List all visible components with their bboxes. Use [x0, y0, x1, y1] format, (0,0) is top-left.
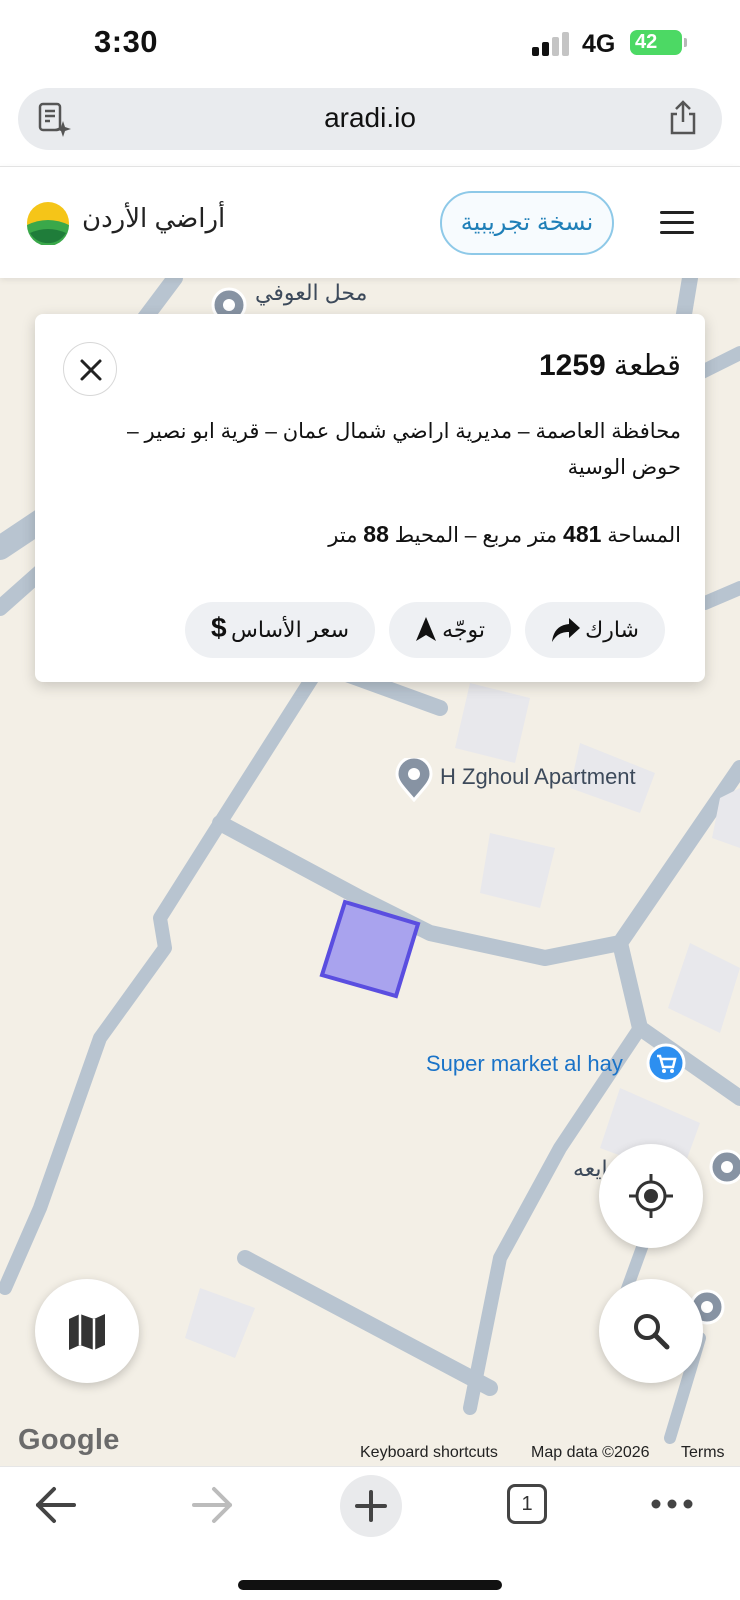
crosshair-icon: [629, 1174, 673, 1218]
parcel-title: قطعة 1259: [539, 348, 681, 383]
dimension-separator: –: [464, 524, 477, 547]
parcel-dimensions: المساحة 481 متر مربع – المحيط 88 متر: [328, 521, 681, 548]
network-type: 4G: [582, 30, 616, 58]
my-location-button[interactable]: [599, 1144, 703, 1248]
new-tab-button[interactable]: [340, 1475, 402, 1537]
battery-level: 42: [635, 31, 658, 53]
clock: 3:30: [94, 24, 159, 59]
map-data-label[interactable]: Map data ©2026: [531, 1444, 650, 1462]
hamburger-icon[interactable]: [660, 211, 694, 235]
area-unit: متر مربع: [482, 524, 558, 547]
share-arrow-icon: [552, 618, 580, 642]
share-icon[interactable]: [666, 100, 700, 136]
shopping-cart-icon[interactable]: [645, 1042, 687, 1084]
home-indicator: [238, 1580, 502, 1590]
close-icon: [80, 359, 102, 381]
perimeter-label: المحيط: [394, 524, 459, 547]
search-button[interactable]: [599, 1279, 703, 1383]
navigation-arrow-icon: [416, 617, 436, 641]
navigate-button[interactable]: توجّه: [389, 602, 511, 658]
browser-toolbar: 1: [0, 1466, 740, 1600]
beta-badge[interactable]: نسخة تجريبية: [440, 191, 614, 255]
share-label: شارك: [585, 617, 639, 642]
parcel-title-label: قطعة: [613, 350, 681, 382]
poi-label-supermarket[interactable]: Super market al hay: [426, 1051, 623, 1077]
battery-cap: [684, 38, 687, 47]
base-price-label: سعر الأساس: [231, 617, 349, 642]
perimeter-value: 88: [363, 521, 389, 547]
signal-icon: [532, 32, 572, 56]
navigate-label: توجّه: [442, 617, 485, 642]
map-layers-button[interactable]: [35, 1279, 139, 1383]
search-icon: [634, 1314, 670, 1350]
poi-label-apartment[interactable]: H Zghoul Apartment: [440, 764, 636, 790]
parcel-location: محافظة العاصمة – مديرية اراضي شمال عمان …: [126, 420, 681, 479]
keyboard-shortcuts-link[interactable]: Keyboard shortcuts: [360, 1444, 498, 1462]
plus-icon: [355, 1490, 387, 1522]
share-button[interactable]: شارك: [525, 602, 665, 658]
battery-icon: 42: [630, 30, 682, 55]
map-icon: [69, 1314, 105, 1350]
terms-link[interactable]: Terms: [681, 1444, 725, 1462]
url-text[interactable]: aradi.io: [18, 102, 722, 134]
parcel-actions: شارك توجّه سعر الأساس $: [35, 602, 705, 658]
address-bar[interactable]: aradi.io: [18, 88, 722, 150]
forward-icon[interactable]: [190, 1485, 234, 1525]
google-logo[interactable]: Google: [18, 1424, 120, 1457]
back-icon[interactable]: [34, 1485, 78, 1525]
logo-icon[interactable]: [26, 201, 70, 245]
area-label: المساحة: [607, 524, 681, 547]
tab-switcher-button[interactable]: 1: [507, 1484, 547, 1524]
poi-pin-icon[interactable]: [394, 758, 434, 802]
parcel-number: 1259: [538, 349, 606, 382]
app-header: نسخة تجريبية أراضي الأردن: [0, 166, 740, 278]
poi-label-top[interactable]: محل العوفي: [255, 280, 367, 306]
status-bar: 3:30 4G 42: [0, 0, 740, 82]
more-icon[interactable]: [650, 1497, 694, 1511]
poi-pin-icon[interactable]: [708, 1148, 740, 1186]
base-price-button[interactable]: سعر الأساس $: [185, 602, 375, 658]
area-value: 481: [563, 521, 602, 547]
close-button[interactable]: [63, 342, 117, 396]
brand-name[interactable]: أراضي الأردن: [82, 203, 225, 234]
parcel-info-card: قطعة 1259 محافظة العاصمة – مديرية اراضي …: [35, 314, 705, 682]
dollar-icon: $: [211, 612, 227, 643]
perimeter-unit: متر: [328, 524, 358, 547]
